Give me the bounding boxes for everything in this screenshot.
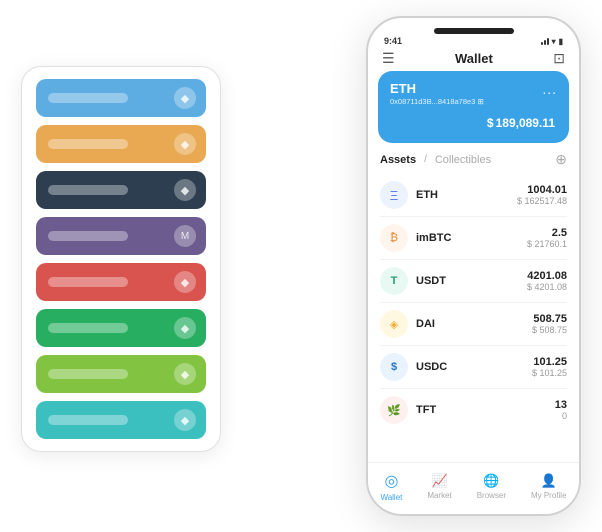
- usdt-amounts: 4201.08 $ 4201.08: [527, 270, 567, 292]
- eth-card-info: ETH 0x08711d3B...8418a78e3 ⊞: [390, 81, 484, 106]
- eth-card-address: 0x08711d3B...8418a78e3 ⊞: [390, 97, 484, 106]
- stack-row-7[interactable]: ◆: [36, 355, 206, 393]
- tabs-left: Assets / Collectibles: [380, 154, 491, 166]
- stack-row-6[interactable]: ◆: [36, 309, 206, 347]
- nav-bar: ☰ Wallet ⊡: [368, 46, 579, 71]
- wifi-icon: ▾: [552, 37, 556, 46]
- nav-profile[interactable]: 👤 My Profile: [531, 473, 567, 500]
- tft-usd: 0: [555, 411, 567, 421]
- tab-assets[interactable]: Assets: [380, 154, 416, 166]
- assets-tabs: Assets / Collectibles ⊕: [368, 151, 579, 174]
- asset-item-dai[interactable]: ◈ DAI 508.75 $ 508.75: [380, 303, 567, 346]
- nav-browser[interactable]: 🌐 Browser: [477, 473, 506, 500]
- status-bar: 9:41 ▾ ▮: [368, 34, 579, 46]
- eth-card[interactable]: ETH 0x08711d3B...8418a78e3 ⊞ ... $189,08…: [378, 71, 569, 143]
- wallet-nav-label: Wallet: [380, 493, 402, 502]
- eth-usd: $ 162517.48: [517, 196, 567, 206]
- dai-amount: 508.75: [532, 313, 567, 325]
- status-time: 9:41: [384, 36, 402, 46]
- usdc-amounts: 101.25 $ 101.25: [532, 356, 567, 378]
- usdc-amount: 101.25: [532, 356, 567, 368]
- browser-nav-icon: 🌐: [483, 473, 499, 489]
- dai-amounts: 508.75 $ 508.75: [532, 313, 567, 335]
- battery-icon: ▮: [559, 37, 563, 46]
- tft-amount: 13: [555, 399, 567, 411]
- usdt-usd: $ 4201.08: [527, 282, 567, 292]
- imbtc-name: imBTC: [416, 232, 527, 244]
- browser-nav-label: Browser: [477, 491, 506, 500]
- eth-card-balance: $189,089.11: [390, 110, 557, 133]
- dai-name: DAI: [416, 318, 532, 330]
- eth-card-menu[interactable]: ...: [542, 81, 557, 97]
- stack-row-5[interactable]: ◆: [36, 263, 206, 301]
- stack-row-8[interactable]: ◆: [36, 401, 206, 439]
- asset-item-usdt[interactable]: T USDT 4201.08 $ 4201.08: [380, 260, 567, 303]
- status-icons: ▾ ▮: [541, 37, 563, 46]
- tab-divider: /: [424, 154, 427, 165]
- asset-item-eth[interactable]: Ξ ETH 1004.01 $ 162517.48: [380, 174, 567, 217]
- signal-icon: [541, 37, 549, 45]
- menu-icon[interactable]: ☰: [382, 50, 395, 67]
- card-stack: ◆ ◆ ◆ M ◆ ◆ ◆ ◆: [21, 66, 221, 452]
- tft-name: TFT: [416, 404, 555, 416]
- market-nav-label: Market: [427, 491, 451, 500]
- eth-amounts: 1004.01 $ 162517.48: [517, 184, 567, 206]
- eth-name: ETH: [416, 189, 517, 201]
- stack-row-3[interactable]: ◆: [36, 171, 206, 209]
- nav-wallet[interactable]: ◎ Wallet: [380, 471, 402, 502]
- nav-market[interactable]: 📈 Market: [427, 473, 451, 500]
- eth-card-name: ETH: [390, 81, 484, 96]
- imbtc-amounts: 2.5 $ 21760.1: [527, 227, 567, 249]
- expand-icon[interactable]: ⊡: [553, 50, 565, 67]
- imbtc-usd: $ 21760.1: [527, 239, 567, 249]
- asset-list: Ξ ETH 1004.01 $ 162517.48 ₿ imBTC 2.5 $ …: [368, 174, 579, 462]
- market-nav-icon: 📈: [431, 473, 447, 489]
- eth-icon: Ξ: [380, 181, 408, 209]
- dai-usd: $ 508.75: [532, 325, 567, 335]
- usdt-amount: 4201.08: [527, 270, 567, 282]
- bottom-nav: ◎ Wallet 📈 Market 🌐 Browser 👤 My Profile: [368, 462, 579, 514]
- usdc-usd: $ 101.25: [532, 368, 567, 378]
- stack-row-4[interactable]: M: [36, 217, 206, 255]
- dai-icon: ◈: [380, 310, 408, 338]
- usdt-name: USDT: [416, 275, 527, 287]
- profile-nav-icon: 👤: [541, 473, 557, 489]
- currency-symbol: $: [487, 116, 494, 130]
- phone-mockup: 9:41 ▾ ▮ ☰ Wallet ⊡ ETH 0x08711d3: [366, 16, 581, 516]
- add-asset-icon[interactable]: ⊕: [555, 151, 567, 168]
- asset-item-usdc[interactable]: $ USDC 101.25 $ 101.25: [380, 346, 567, 389]
- tft-amounts: 13 0: [555, 399, 567, 421]
- stack-row-2[interactable]: ◆: [36, 125, 206, 163]
- eth-amount: 1004.01: [517, 184, 567, 196]
- eth-card-header: ETH 0x08711d3B...8418a78e3 ⊞ ...: [390, 81, 557, 106]
- imbtc-amount: 2.5: [527, 227, 567, 239]
- wallet-nav-icon: ◎: [384, 471, 398, 491]
- profile-nav-label: My Profile: [531, 491, 567, 500]
- imbtc-icon: ₿: [380, 224, 408, 252]
- asset-item-tft[interactable]: 🌿 TFT 13 0: [380, 389, 567, 431]
- tab-collectibles[interactable]: Collectibles: [435, 154, 491, 166]
- scene: ◆ ◆ ◆ M ◆ ◆ ◆ ◆ 9:41 ▾ ▮ ☰ Wall: [21, 16, 581, 516]
- usdc-icon: $: [380, 353, 408, 381]
- stack-row-1[interactable]: ◆: [36, 79, 206, 117]
- usdc-name: USDC: [416, 361, 532, 373]
- usdt-icon: T: [380, 267, 408, 295]
- tft-icon: 🌿: [380, 396, 408, 424]
- asset-item-imbtc[interactable]: ₿ imBTC 2.5 $ 21760.1: [380, 217, 567, 260]
- page-title: Wallet: [455, 51, 493, 66]
